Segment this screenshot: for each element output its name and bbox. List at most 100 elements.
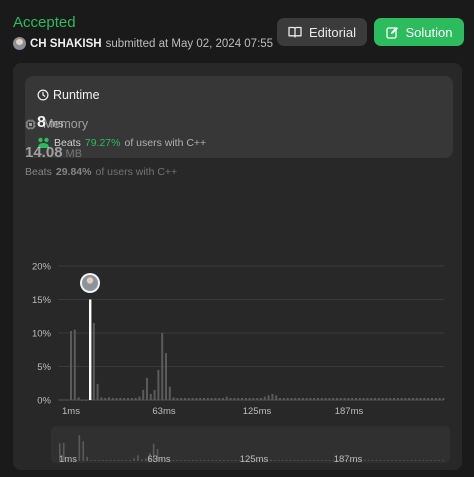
- bar[interactable]: [260, 397, 262, 400]
- bar[interactable]: [229, 397, 232, 400]
- bar[interactable]: [142, 389, 145, 400]
- bar[interactable]: [336, 397, 338, 400]
- bar[interactable]: [408, 397, 411, 400]
- bar[interactable]: [351, 397, 354, 400]
- bar[interactable]: [199, 397, 202, 400]
- bar[interactable]: [358, 397, 361, 400]
- bar[interactable]: [161, 333, 164, 400]
- bar[interactable]: [203, 397, 205, 400]
- bar[interactable]: [184, 397, 186, 400]
- bar[interactable]: [77, 397, 80, 400]
- bar[interactable]: [362, 397, 365, 400]
- bar[interactable]: [320, 397, 323, 400]
- bar[interactable]: [282, 397, 285, 400]
- bar[interactable]: [415, 397, 418, 400]
- bar[interactable]: [115, 397, 118, 400]
- bar[interactable]: [153, 389, 156, 400]
- bar[interactable]: [119, 397, 122, 400]
- bar[interactable]: [210, 397, 213, 400]
- bar[interactable]: [157, 369, 160, 400]
- bar[interactable]: [339, 397, 342, 400]
- bar[interactable]: [393, 397, 395, 400]
- bar[interactable]: [343, 397, 346, 400]
- bar[interactable]: [347, 397, 350, 400]
- bar[interactable]: [305, 397, 308, 400]
- bar[interactable]: [317, 397, 319, 400]
- bar[interactable]: [176, 397, 179, 400]
- bar[interactable]: [256, 397, 259, 400]
- bar[interactable]: [313, 397, 316, 400]
- highlighted-bar[interactable]: [89, 299, 92, 401]
- bar[interactable]: [275, 395, 278, 400]
- bar[interactable]: [123, 397, 126, 400]
- bar[interactable]: [100, 397, 103, 400]
- bar[interactable]: [279, 397, 281, 400]
- bar[interactable]: [127, 397, 129, 400]
- bar[interactable]: [195, 397, 198, 400]
- bar[interactable]: [222, 397, 224, 400]
- bar[interactable]: [92, 322, 95, 400]
- bar[interactable]: [355, 397, 357, 400]
- bar[interactable]: [294, 397, 297, 400]
- bar[interactable]: [286, 397, 289, 400]
- bar[interactable]: [244, 397, 247, 400]
- bar[interactable]: [85, 400, 88, 401]
- bar[interactable]: [191, 397, 194, 400]
- bar[interactable]: [187, 397, 190, 400]
- bar[interactable]: [438, 397, 441, 400]
- bar[interactable]: [172, 397, 175, 400]
- bar[interactable]: [180, 397, 183, 400]
- bar[interactable]: [385, 397, 388, 400]
- bar[interactable]: [412, 397, 414, 400]
- bar[interactable]: [423, 397, 426, 400]
- bar[interactable]: [149, 393, 152, 400]
- bar[interactable]: [214, 397, 217, 400]
- bar[interactable]: [146, 377, 148, 400]
- bar[interactable]: [168, 386, 171, 400]
- bar[interactable]: [442, 397, 445, 400]
- bar[interactable]: [377, 397, 380, 400]
- bar[interactable]: [328, 397, 331, 400]
- bar[interactable]: [419, 397, 422, 400]
- bar[interactable]: [233, 397, 236, 400]
- bar[interactable]: [81, 400, 84, 401]
- bar[interactable]: [301, 397, 304, 400]
- bar[interactable]: [252, 397, 255, 400]
- bar[interactable]: [324, 397, 327, 400]
- bar[interactable]: [267, 395, 270, 400]
- bar[interactable]: [70, 330, 72, 400]
- bar[interactable]: [374, 397, 376, 400]
- bar[interactable]: [370, 397, 373, 400]
- bar[interactable]: [111, 397, 114, 400]
- bar[interactable]: [73, 329, 76, 400]
- bar[interactable]: [431, 397, 433, 400]
- runtime-distribution-chart[interactable]: 20%15%10%5%0% 1ms 63ms 125ms 187ms 1ms 63ms 1…: [0, 0, 474, 477]
- bar[interactable]: [241, 397, 243, 400]
- bar[interactable]: [237, 397, 240, 400]
- bar[interactable]: [165, 353, 167, 400]
- bar[interactable]: [104, 397, 107, 400]
- bar[interactable]: [366, 397, 369, 400]
- bar[interactable]: [218, 397, 221, 400]
- bar[interactable]: [434, 397, 437, 400]
- bar[interactable]: [396, 397, 399, 400]
- bar[interactable]: [389, 397, 392, 400]
- bar[interactable]: [404, 397, 407, 400]
- bar[interactable]: [271, 393, 274, 400]
- bar[interactable]: [225, 396, 228, 400]
- bar[interactable]: [332, 397, 335, 400]
- bar[interactable]: [134, 397, 137, 400]
- bar[interactable]: [248, 397, 251, 400]
- bar[interactable]: [298, 397, 300, 400]
- bar[interactable]: [138, 396, 141, 400]
- bar[interactable]: [206, 397, 209, 400]
- bar[interactable]: [263, 396, 266, 400]
- bar[interactable]: [130, 397, 133, 400]
- bar[interactable]: [96, 383, 99, 400]
- bar[interactable]: [309, 397, 312, 400]
- bar[interactable]: [427, 397, 430, 400]
- bar[interactable]: [108, 397, 110, 400]
- bar[interactable]: [290, 397, 293, 400]
- bar[interactable]: [381, 397, 384, 400]
- bar[interactable]: [400, 397, 403, 400]
